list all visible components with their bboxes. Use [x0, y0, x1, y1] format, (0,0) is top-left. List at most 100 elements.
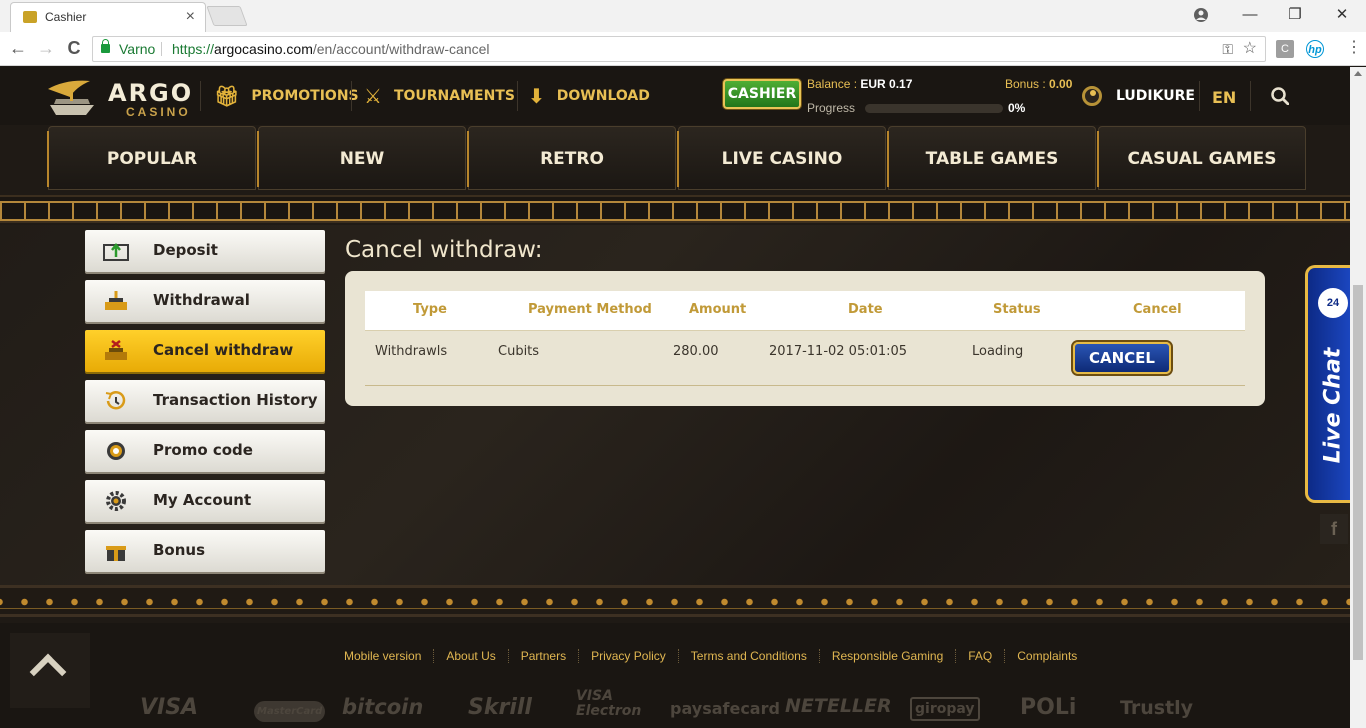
menu-cancel-withdraw-label: Cancel withdraw: [153, 341, 294, 359]
forward-button[interactable]: →: [34, 36, 58, 60]
url-host: argocasino.com: [214, 41, 313, 57]
nav-promotions-label: PROMOTIONS: [251, 88, 359, 104]
category-retro[interactable]: RETRO: [467, 126, 676, 190]
username[interactable]: LUDIKURE: [1116, 88, 1195, 104]
site-footer: Mobile version About Us Partners Privacy…: [0, 623, 1350, 728]
extension-hp-icon[interactable]: hp: [1306, 40, 1324, 58]
footer-link-privacy-policy[interactable]: Privacy Policy: [578, 649, 678, 663]
header-divider: [517, 81, 518, 111]
cancel-withdraw-icon: [105, 340, 127, 360]
menu-transaction-history-label: Transaction History: [153, 391, 318, 409]
cancel-withdraw-button[interactable]: CANCEL: [1073, 342, 1171, 374]
url-scheme: https://: [172, 41, 215, 57]
category-table-games[interactable]: TABLE GAMES: [887, 126, 1096, 190]
key-icon[interactable]: ⚿: [1222, 37, 1233, 61]
promo-chip-icon: [107, 442, 125, 460]
bonus-label: Bonus :: [1005, 77, 1050, 91]
facebook-icon[interactable]: f: [1320, 514, 1348, 544]
profile-icon[interactable]: [1182, 6, 1220, 24]
language-selector[interactable]: EN: [1212, 88, 1236, 107]
restore-button[interactable]: ❐: [1275, 2, 1315, 28]
lock-icon: [101, 39, 110, 53]
logo-title: ARGO: [108, 79, 194, 107]
column-header-date: Date: [848, 302, 883, 317]
user-avatar-icon[interactable]: [1082, 86, 1102, 106]
menu-withdrawal[interactable]: Withdrawal: [85, 280, 325, 322]
bonus-value: 0.00: [1049, 77, 1073, 91]
giropay-logo: giropay: [910, 697, 980, 721]
greek-key-border: [0, 195, 1350, 223]
table-row: Withdrawls Cubits 280.00 2017-11-02 05:0…: [365, 332, 1245, 386]
nav-download[interactable]: ⬇ DOWNLOAD: [528, 81, 650, 111]
footer-link-faq[interactable]: FAQ: [955, 649, 1004, 663]
secure-label: Varno: [119, 41, 156, 57]
table-header: Type Payment Method Amount Date Status C…: [365, 291, 1245, 331]
browser-tab[interactable]: Cashier ×: [10, 2, 206, 32]
browser-menu-icon[interactable]: ⋮: [1346, 38, 1362, 58]
category-popular[interactable]: POPULAR: [47, 126, 256, 190]
argo-logo[interactable]: ARGO CASINO: [46, 71, 196, 121]
back-button[interactable]: ←: [6, 36, 30, 60]
category-casual-games[interactable]: CASUAL GAMES: [1097, 126, 1306, 190]
footer-link-about-us[interactable]: About Us: [433, 649, 507, 663]
menu-my-account-label: My Account: [153, 491, 252, 509]
gift-icon: [106, 546, 126, 561]
page-scrollbar[interactable]: [1350, 67, 1366, 728]
trustly-logo: Trustly: [1120, 697, 1194, 719]
visa-logo: VISA: [140, 695, 199, 720]
reload-button[interactable]: C: [62, 36, 86, 60]
menu-transaction-history[interactable]: Transaction History: [85, 380, 325, 422]
logo-subtitle: CASINO: [126, 105, 191, 119]
footer-link-complaints[interactable]: Complaints: [1004, 649, 1089, 663]
category-live-casino[interactable]: LIVE CASINO: [677, 126, 886, 190]
new-tab-button[interactable]: [206, 6, 248, 26]
minimize-button[interactable]: —: [1230, 2, 1270, 28]
nav-download-label: DOWNLOAD: [556, 88, 650, 104]
scroll-to-top-button[interactable]: [10, 633, 90, 708]
nav-tournaments-label: TOURNAMENTS: [393, 88, 515, 104]
tab-close-icon[interactable]: ×: [186, 3, 195, 31]
star-icon[interactable]: ☆: [1243, 37, 1257, 61]
history-icon: [105, 391, 126, 410]
browser-tabstrip: Cashier × — ❐ ✕: [0, 0, 1366, 32]
cell-payment-method: Cubits: [498, 344, 540, 359]
category-new[interactable]: NEW: [257, 126, 466, 190]
footer-link-mobile-version[interactable]: Mobile version: [344, 649, 433, 663]
cell-type: Withdrawls: [375, 344, 448, 359]
column-header-payment-method: Payment Method: [528, 302, 652, 317]
window-close-button[interactable]: ✕: [1322, 2, 1362, 28]
balance: Balance : EUR 0.17: [807, 77, 912, 91]
menu-bonus[interactable]: Bonus: [85, 530, 325, 572]
browser-toolbar: ← → C Varno https://argocasino.com/en/ac…: [0, 32, 1366, 66]
menu-deposit[interactable]: Deposit: [85, 230, 325, 272]
footer-link-terms[interactable]: Terms and Conditions: [677, 649, 819, 663]
footer-link-responsible-gaming[interactable]: Responsible Gaming: [818, 649, 955, 663]
cashier-button[interactable]: CASHIER: [723, 79, 801, 109]
footer-link-partners[interactable]: Partners: [507, 649, 578, 663]
nav-tournaments[interactable]: ⚔ TOURNAMENTS: [364, 81, 515, 111]
cell-amount: 280.00: [673, 344, 719, 359]
extension-c-icon[interactable]: C: [1276, 40, 1294, 58]
column-header-status: Status: [993, 302, 1041, 317]
poli-logo: POLi: [1020, 695, 1077, 720]
menu-my-account[interactable]: My Account: [85, 480, 325, 522]
chevron-up-icon: [29, 653, 67, 691]
url-text[interactable]: https://argocasino.com/en/account/withdr…: [172, 37, 490, 61]
favicon-icon: [23, 11, 37, 23]
address-bar[interactable]: Varno https://argocasino.com/en/account/…: [92, 36, 1266, 62]
neteller-logo: NETELLER: [785, 695, 892, 717]
menu-cancel-withdraw[interactable]: Cancel withdraw: [85, 330, 325, 372]
scroll-up-icon[interactable]: [1354, 71, 1362, 76]
live-chat-button[interactable]: 24 Live Chat: [1305, 265, 1350, 503]
scrollbar-thumb[interactable]: [1353, 285, 1363, 660]
download-icon: ⬇: [528, 84, 545, 108]
bitcoin-logo: bitcoin: [342, 695, 424, 719]
search-icon[interactable]: [1271, 87, 1289, 105]
cell-date: 2017-11-02 05:01:05: [769, 344, 908, 359]
progress-bar: [865, 104, 1003, 113]
swords-icon: ⚔: [364, 84, 382, 108]
menu-promo-code[interactable]: Promo code: [85, 430, 325, 472]
balance-value: EUR 0.17: [860, 77, 913, 91]
nav-promotions[interactable]: 🎁︎ PROMOTIONS: [214, 81, 359, 111]
site-header: ARGO CASINO 🎁︎ PROMOTIONS ⚔ TOURNAMENTS …: [0, 67, 1350, 125]
